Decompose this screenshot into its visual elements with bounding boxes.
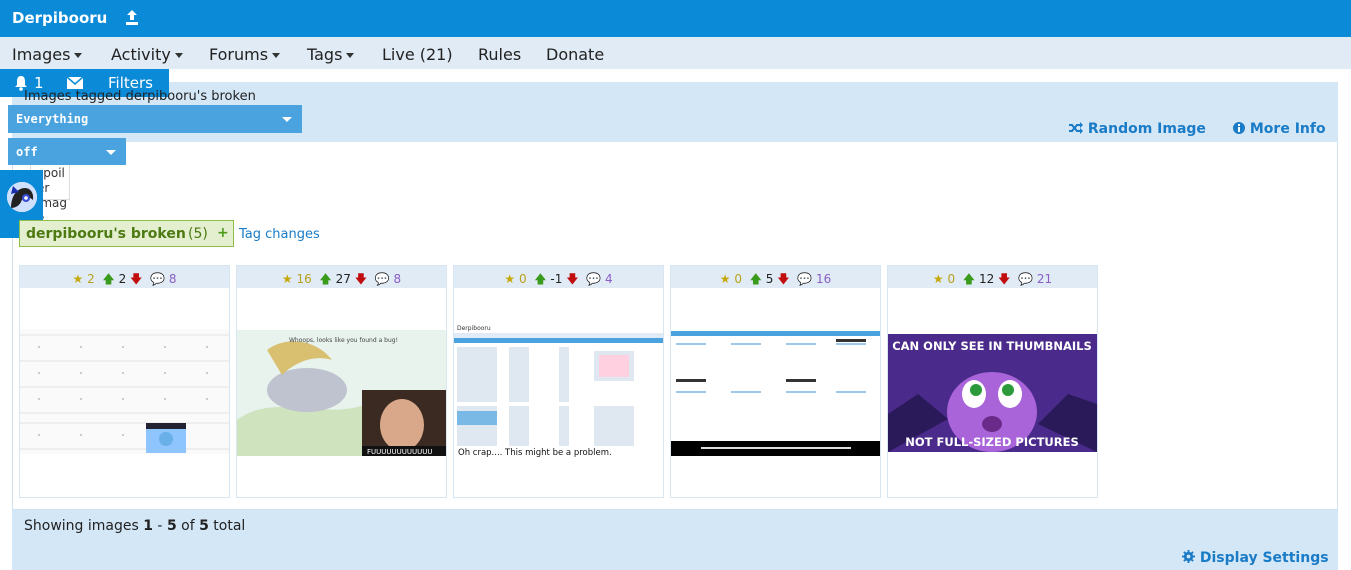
star-icon[interactable]: ★: [504, 272, 515, 286]
nav-forums[interactable]: Forums: [209, 45, 281, 64]
gear-icon: [1182, 550, 1195, 563]
nav-activity[interactable]: Activity: [111, 45, 183, 64]
upload-icon[interactable]: [124, 9, 140, 27]
display-settings-link[interactable]: Display Settings: [1182, 550, 1329, 566]
svg-text:Derpibooru: Derpibooru: [457, 325, 491, 332]
spoiler-select[interactable]: off: [8, 138, 126, 165]
thumbnail-site-screenshot: Derpibooru Oh crap.... This might be a p…: [454, 321, 663, 461]
main-nav: Images Activity Forums Tags Live (21) Ru…: [0, 37, 1351, 69]
thumbnail-broken-grid: [671, 331, 880, 456]
image-card[interactable]: ★ 0 🡅 5 🡇 💬 16: [670, 265, 881, 498]
top-bar: Derpibooru: [0, 0, 1351, 37]
chevron-down-icon: [346, 53, 355, 58]
comment-icon[interactable]: 💬: [150, 272, 165, 286]
comment-icon[interactable]: 💬: [1018, 272, 1033, 286]
star-icon[interactable]: ★: [720, 272, 731, 286]
thumbnail[interactable]: CAN ONLY SEE IN THUMBNAILS NOT FULL-SIZE…: [888, 334, 1097, 452]
downvote-icon[interactable]: 🡇: [777, 272, 789, 286]
thumbnail-spike-meme: CAN ONLY SEE IN THUMBNAILS NOT FULL-SIZE…: [888, 334, 1097, 452]
card-stats: ★ 0 🡅 -1 🡇 💬 4: [454, 266, 663, 288]
nav-donate[interactable]: Donate: [546, 45, 604, 64]
svg-text:FUUUUUUUUUUUU: FUUUUUUUUUUUU: [367, 448, 433, 456]
pagination-summary: Showing images 1 - 5 of 5 total: [24, 518, 246, 534]
chevron-down-icon: [282, 117, 292, 122]
star-icon[interactable]: ★: [73, 272, 84, 286]
thumbnail[interactable]: [671, 331, 880, 456]
add-tag-button[interactable]: +: [217, 225, 229, 241]
random-image-link[interactable]: Random Image: [1069, 121, 1206, 137]
card-stats: ★ 2 🡅 2 🡇 💬 8: [20, 266, 229, 288]
page-title: Images tagged derpibooru's broken: [24, 89, 256, 104]
comment-icon[interactable]: 💬: [375, 272, 390, 286]
filter-select[interactable]: Everything: [8, 105, 302, 133]
nav-live[interactable]: Live (21): [382, 45, 453, 64]
chevron-down-icon: [272, 53, 281, 58]
image-card[interactable]: ★ 0 🡅 -1 🡇 💬 4 Derpibooru Oh crap.... Th…: [453, 265, 664, 498]
downvote-icon[interactable]: 🡇: [355, 272, 367, 286]
site-logo[interactable]: Derpibooru: [12, 9, 107, 27]
thumbnail[interactable]: Derpibooru Oh crap.... This might be a p…: [454, 321, 663, 461]
pony-avatar-icon: [7, 182, 37, 212]
nav-tags[interactable]: Tags: [307, 45, 355, 64]
tag-changes-link[interactable]: Tag changes: [239, 227, 320, 242]
upvote-icon[interactable]: 🡅: [750, 272, 762, 286]
shuffle-icon: [1069, 122, 1083, 134]
upvote-icon[interactable]: 🡅: [534, 272, 546, 286]
tag-chip[interactable]: derpibooru's broken (5) +: [19, 220, 234, 247]
nav-rules[interactable]: Rules: [478, 45, 521, 64]
upvote-icon[interactable]: 🡅: [963, 272, 975, 286]
chevron-down-icon: [106, 150, 116, 155]
chevron-down-icon: [174, 53, 183, 58]
image-card[interactable]: ★ 2 🡅 2 🡇 💬 8: [19, 265, 230, 498]
star-icon[interactable]: ★: [933, 272, 944, 286]
envelope-icon[interactable]: [67, 77, 83, 89]
nav-images[interactable]: Images: [12, 45, 83, 64]
star-icon[interactable]: ★: [282, 272, 293, 286]
comment-icon[interactable]: 💬: [586, 272, 601, 286]
chevron-down-icon: [74, 53, 83, 58]
svg-text:NOT FULL-SIZED PICTURES: NOT FULL-SIZED PICTURES: [905, 435, 1079, 449]
downvote-icon[interactable]: 🡇: [566, 272, 578, 286]
image-card[interactable]: ★ 0 🡅 12 🡇 💬 21 CAN ONLY SEE IN THUMBNAI…: [887, 265, 1098, 498]
svg-text:Oh crap.... This might be a pr: Oh crap.... This might be a problem.: [458, 448, 612, 458]
thumbnail[interactable]: [20, 329, 229, 454]
thumbnail-grid-image: [20, 329, 229, 454]
card-stats: ★ 16 🡅 27 🡇 💬 8: [237, 266, 446, 288]
thumbnail[interactable]: Whoops, looks like you found a bug! FUUU…: [237, 330, 446, 456]
image-card[interactable]: ★ 16 🡅 27 🡇 💬 8 Whoops, looks like you f…: [236, 265, 447, 498]
avatar[interactable]: [7, 182, 37, 212]
more-info-link[interactable]: More Info: [1233, 121, 1326, 137]
comment-icon[interactable]: 💬: [797, 272, 812, 286]
thumbnail-bug-image: Whoops, looks like you found a bug! FUUU…: [237, 330, 446, 456]
svg-text:Whoops, looks like you found a: Whoops, looks like you found a bug!: [289, 337, 398, 344]
upvote-icon[interactable]: 🡅: [102, 272, 114, 286]
downvote-icon[interactable]: 🡇: [998, 272, 1010, 286]
upvote-icon[interactable]: 🡅: [319, 272, 331, 286]
svg-text:CAN ONLY SEE IN THUMBNAILS: CAN ONLY SEE IN THUMBNAILS: [892, 339, 1092, 353]
info-icon: [1233, 122, 1245, 134]
downvote-icon[interactable]: 🡇: [130, 272, 142, 286]
card-stats: ★ 0 🡅 12 🡇 💬 21: [888, 266, 1097, 288]
card-stats: ★ 0 🡅 5 🡇 💬 16: [671, 266, 880, 288]
